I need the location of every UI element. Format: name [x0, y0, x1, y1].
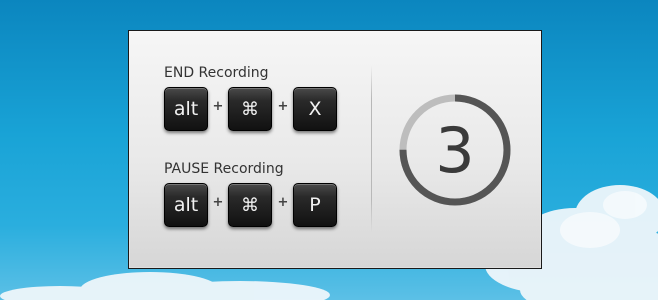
alt-key: alt: [164, 183, 208, 227]
plus-separator: +: [277, 195, 289, 210]
countdown-timer: 3: [395, 90, 515, 210]
end-recording-label: END Recording: [164, 65, 269, 81]
pause-recording-label: PAUSE Recording: [164, 161, 284, 177]
alt-key: alt: [164, 87, 208, 131]
command-key-glyph: ⌘: [241, 98, 259, 120]
countdown-number: 3: [435, 113, 475, 187]
x-key: X: [293, 87, 337, 131]
plus-separator: +: [212, 99, 224, 114]
command-key-icon: ⌘: [228, 183, 272, 227]
end-recording-shortcut: alt + ⌘ + X: [164, 87, 344, 133]
pause-recording-shortcut: alt + ⌘ + P: [164, 183, 344, 229]
command-key-glyph: ⌘: [241, 194, 259, 216]
p-key: P: [293, 183, 337, 227]
vertical-divider: [371, 65, 372, 233]
plus-separator: +: [212, 195, 224, 210]
command-key-icon: ⌘: [228, 87, 272, 131]
plus-separator: +: [277, 99, 289, 114]
recording-shortcuts-dialog: END Recording alt + ⌘ + X PAUSE Recordin…: [128, 30, 542, 269]
